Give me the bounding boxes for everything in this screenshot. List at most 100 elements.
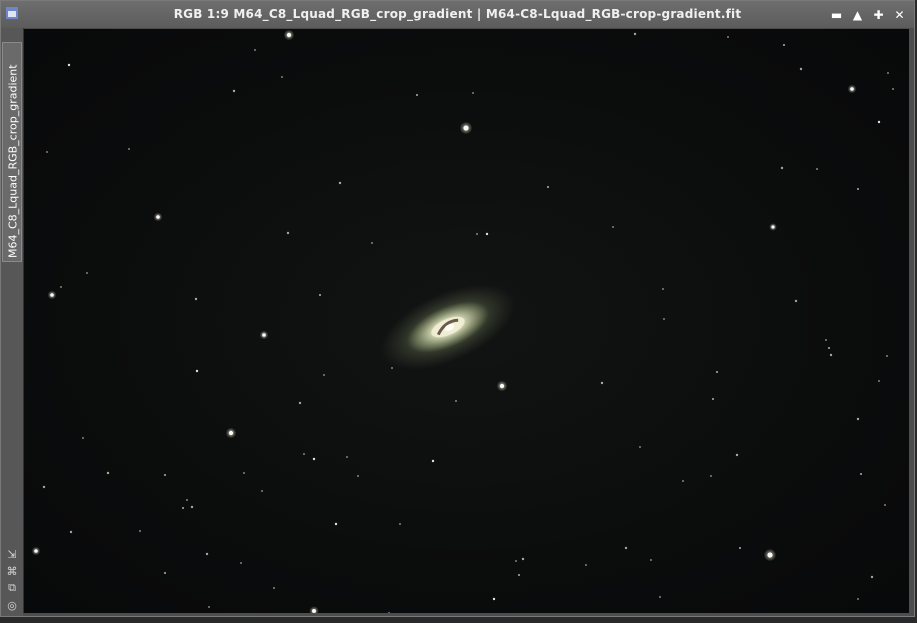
star: [463, 125, 469, 131]
star: [816, 168, 818, 170]
star: [878, 380, 880, 382]
star: [46, 151, 48, 153]
star: [286, 32, 292, 38]
star: [887, 72, 889, 74]
star: [850, 87, 854, 91]
star: [254, 49, 256, 51]
minimize-icon[interactable]: ▬: [828, 6, 845, 23]
star: [346, 456, 348, 458]
star: [771, 225, 775, 229]
star: [828, 347, 830, 349]
star: [262, 333, 266, 337]
star: [856, 417, 860, 421]
star: [139, 530, 141, 532]
star: [232, 89, 236, 93]
star: [67, 63, 71, 67]
close-icon[interactable]: ✕: [891, 6, 908, 23]
star: [825, 339, 827, 341]
star: [60, 286, 62, 288]
window-frame-bottom: [23, 613, 914, 616]
star: [886, 355, 888, 357]
star: [298, 401, 302, 405]
window-title: RGB 1:9 M64_C8_Lquad_RGB_crop_gradient |…: [173, 7, 742, 21]
star: [391, 367, 393, 369]
star: [106, 471, 110, 475]
star: [286, 231, 290, 235]
star: [624, 546, 628, 550]
star: [240, 562, 242, 564]
star: [338, 181, 342, 185]
star: [416, 94, 418, 96]
star: [194, 297, 198, 301]
star: [663, 318, 665, 320]
star: [371, 242, 373, 244]
star: [639, 446, 641, 448]
clone-icon[interactable]: ⧉: [5, 581, 19, 595]
star: [659, 596, 661, 598]
star: [799, 67, 803, 71]
star: [767, 552, 773, 558]
star: [892, 88, 894, 90]
star: [261, 490, 263, 492]
star: [195, 369, 199, 373]
zoom-to-fit-icon[interactable]: ⇲: [5, 547, 19, 561]
star: [303, 453, 305, 455]
view-sidebar: M64_C8_Lquad_RGB_crop_gradient ⇲ ⌘ ⧉ ◎: [1, 28, 24, 616]
star: [727, 36, 729, 38]
view-tools: ⇲ ⌘ ⧉ ◎: [3, 547, 21, 612]
star: [273, 587, 275, 589]
star: [857, 598, 859, 600]
star: [860, 473, 862, 475]
star: [164, 474, 166, 476]
star: [633, 32, 637, 36]
star: [357, 475, 359, 477]
star: [281, 76, 283, 78]
preview-icon[interactable]: ⌘: [5, 564, 19, 578]
star: [612, 226, 614, 228]
star: [205, 552, 209, 556]
star: [739, 547, 741, 549]
star: [208, 606, 210, 608]
star: [485, 232, 489, 236]
view-identifier-tab[interactable]: M64_C8_Lquad_RGB_crop_gradient: [2, 42, 22, 262]
star: [877, 120, 881, 124]
star: [783, 44, 785, 46]
star: [710, 475, 712, 477]
star: [515, 560, 517, 562]
star: [476, 233, 478, 235]
star: [399, 523, 401, 525]
window-controls: ▬ ▲ ✚ ✕: [828, 6, 908, 23]
star: [884, 504, 886, 506]
star: [499, 383, 505, 389]
star: [518, 574, 520, 576]
star: [186, 499, 188, 501]
star: [86, 272, 88, 274]
star: [662, 288, 664, 290]
star: [243, 472, 245, 474]
star: [794, 299, 798, 303]
target-icon[interactable]: ◎: [5, 598, 19, 612]
star: [870, 575, 874, 579]
star: [228, 430, 234, 436]
star: [492, 597, 496, 601]
star: [650, 559, 652, 561]
star: [190, 505, 194, 509]
maximize-icon[interactable]: ✚: [870, 6, 887, 23]
star: [472, 92, 474, 94]
shade-icon[interactable]: ▲: [849, 6, 866, 23]
image-canvas[interactable]: [24, 29, 910, 614]
star: [521, 557, 525, 561]
star: [712, 398, 714, 400]
galaxy-m64: [380, 284, 516, 370]
star: [312, 457, 316, 461]
star: [50, 293, 54, 297]
star: [42, 485, 46, 489]
title-bar[interactable]: RGB 1:9 M64_C8_Lquad_RGB_crop_gradient |…: [1, 1, 914, 29]
star: [323, 374, 325, 376]
star: [716, 371, 718, 373]
star: [128, 148, 130, 150]
star: [829, 353, 833, 357]
star: [319, 294, 321, 296]
star: [82, 437, 84, 439]
star: [182, 507, 184, 509]
